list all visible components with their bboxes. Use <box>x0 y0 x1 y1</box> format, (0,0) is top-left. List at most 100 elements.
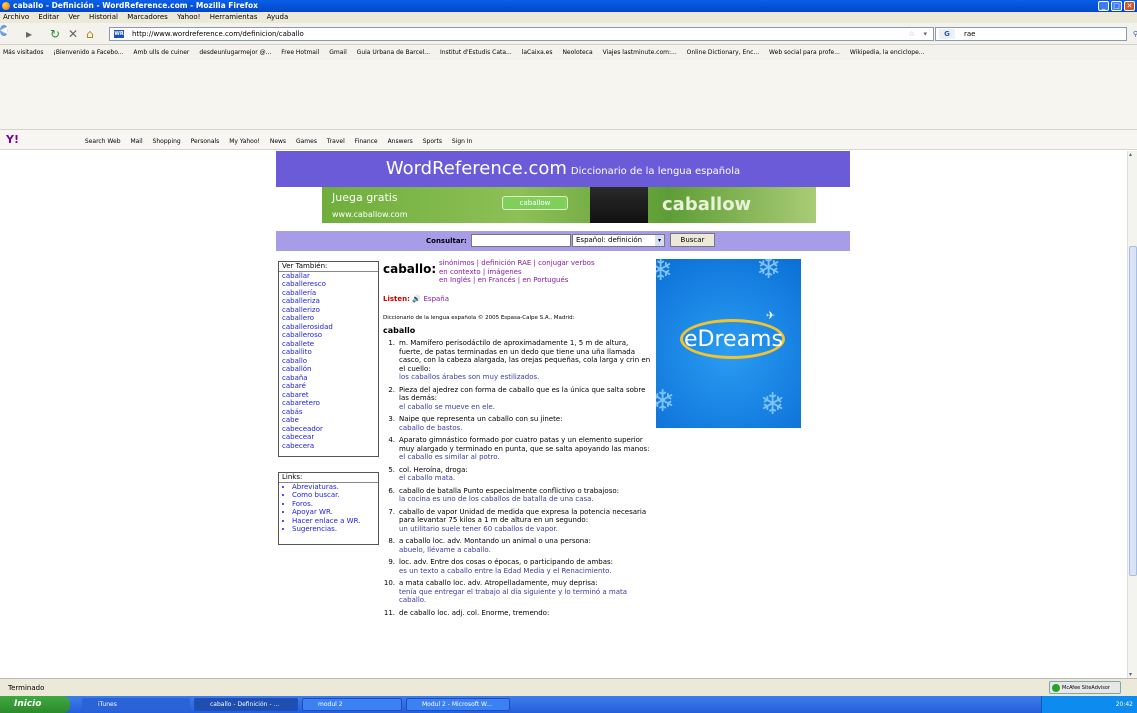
links-item[interactable]: Apoyar WR. <box>282 508 378 517</box>
links-item[interactable]: Abreviaturas. <box>282 483 378 492</box>
see-also-link[interactable]: cabaret <box>279 391 378 400</box>
see-also-link[interactable]: caballeresco <box>279 280 378 289</box>
scroll-down-icon[interactable]: ▾ <box>1129 671 1132 678</box>
ad-button[interactable]: caballow <box>502 196 568 210</box>
bookmark-item[interactable]: laCaixa.es <box>522 49 553 56</box>
consult-input[interactable] <box>471 234 571 247</box>
edreams-ad[interactable]: ❄ ❄ ❄ ❄ ✈ eDreams <box>656 259 801 428</box>
bookmark-item[interactable]: Más visitados <box>3 49 44 56</box>
see-also-link[interactable]: caballón <box>279 365 378 374</box>
url-dropdown-icon[interactable]: ▾ <box>923 28 927 40</box>
games-button[interactable]: Games <box>296 138 317 145</box>
taskbar-item-itunes[interactable]: iTunes <box>82 698 190 711</box>
search-input[interactable]: rae <box>964 30 975 38</box>
see-also-link[interactable]: caballo <box>279 357 378 366</box>
taskbar-item-folder[interactable]: modul 2 <box>302 698 402 711</box>
see-also-link[interactable]: cabás <box>279 408 378 417</box>
search-web-button[interactable]: Search Web <box>85 138 121 145</box>
taskbar-item-firefox[interactable]: caballo - Definición - ... <box>194 698 298 711</box>
see-also-link[interactable]: caballito <box>279 348 378 357</box>
home-icon[interactable]: ⌂ <box>86 27 94 41</box>
url-bar[interactable]: WR http://www.wordreference.com/definici… <box>109 27 934 41</box>
bookmark-item[interactable]: Web social para profe... <box>769 49 840 56</box>
travel-button[interactable]: Travel <box>327 138 345 145</box>
mail-button[interactable]: Mail <box>130 138 142 145</box>
bookmark-item[interactable]: desdeunlugarmejor @... <box>199 49 271 56</box>
see-also-link[interactable]: caballerosidad <box>279 323 378 332</box>
search-engine-icon[interactable]: G <box>939 29 955 39</box>
menu-ayuda[interactable]: Ayuda <box>267 13 289 21</box>
forward-icon[interactable]: ▸ <box>26 27 32 41</box>
related-links-line[interactable]: en Inglés | en Francés | en Portugués <box>439 276 595 285</box>
start-button[interactable]: Inicio <box>0 696 70 713</box>
my-yahoo-button[interactable]: My Yahoo! <box>229 138 260 145</box>
see-also-link[interactable]: cabaré <box>279 382 378 391</box>
see-also-link[interactable]: caballar <box>279 272 378 281</box>
search-icon[interactable]: ⚲ <box>1133 28 1137 40</box>
listen-region[interactable]: España <box>424 295 450 303</box>
menu-yahoo[interactable]: Yahoo! <box>177 13 200 21</box>
links-item[interactable]: Foros. <box>282 500 378 509</box>
minimize-button[interactable]: _ <box>1098 1 1109 11</box>
bookmark-item[interactable]: ¡Bienvenido a Facebo... <box>53 49 123 56</box>
menu-historial[interactable]: Historial <box>89 13 118 21</box>
bookmark-item[interactable]: Viajes lastminute.com:... <box>603 49 677 56</box>
menu-marcadores[interactable]: Marcadores <box>127 13 168 21</box>
speaker-icon[interactable]: 🔊 <box>412 295 421 303</box>
see-also-link[interactable]: caballero <box>279 314 378 323</box>
bookmark-item[interactable]: Guia Urbana de Barcel... <box>357 49 430 56</box>
bookmark-item[interactable]: Institut d'Estudis Cata... <box>440 49 512 56</box>
menu-editar[interactable]: Editar <box>38 13 59 21</box>
search-bar[interactable]: G rae ⚲ <box>935 27 1137 41</box>
links-item[interactable]: Hacer enlace a WR. <box>282 517 378 526</box>
sports-button[interactable]: Sports <box>423 138 442 145</box>
buscar-button[interactable]: Buscar <box>670 233 715 247</box>
sign-in-button[interactable]: Sign In <box>452 138 473 145</box>
related-links-line[interactable]: en contexto | imágenes <box>439 268 595 277</box>
see-also-link[interactable]: caballerizo <box>279 306 378 315</box>
dictionary-select[interactable]: Español: definición ▾ <box>572 234 665 247</box>
bookmark-item[interactable]: Online Dictionary, Enc... <box>687 49 759 56</box>
see-also-link[interactable]: cabaretero <box>279 399 378 408</box>
stop-icon[interactable]: ✕ <box>68 27 78 41</box>
menu-archivo[interactable]: Archivo <box>3 13 29 21</box>
ad-image[interactable]: Juega gratis www.caballow.com caballow c… <box>322 187 816 223</box>
links-item[interactable]: Como buscar. <box>282 491 378 500</box>
see-also-link[interactable]: caballete <box>279 340 378 349</box>
scrollbar-thumb[interactable] <box>1129 246 1137 576</box>
see-also-link[interactable]: cabecera <box>279 442 378 451</box>
bookmark-item[interactable]: Neoloteca <box>562 49 592 56</box>
see-also-link[interactable]: cabecear <box>279 433 378 442</box>
taskbar-item-word[interactable]: Modul 2 - Microsoft W... <box>406 698 510 711</box>
news-button[interactable]: News <box>270 138 286 145</box>
bookmark-item[interactable]: Wikipedia, la enciclope... <box>850 49 925 56</box>
menu-ver[interactable]: Ver <box>68 13 79 21</box>
see-also-link[interactable]: caballeriza <box>279 297 378 306</box>
menu-herramientas[interactable]: Herramientas <box>210 13 258 21</box>
see-also-link[interactable]: caballeroso <box>279 331 378 340</box>
bookmark-star-icon[interactable]: ☆ <box>909 28 915 40</box>
back-icon[interactable]: ◀ <box>0 25 8 36</box>
shopping-button[interactable]: Shopping <box>153 138 181 145</box>
clock[interactable]: 20:42 <box>1116 701 1133 708</box>
bookmark-item[interactable]: Amb ulls de cuiner <box>133 49 189 56</box>
scroll-up-icon[interactable]: ▴ <box>1129 151 1132 158</box>
see-also-link[interactable]: cabaña <box>279 374 378 383</box>
vertical-scrollbar[interactable]: ▴ ▾ <box>1127 151 1137 678</box>
bookmark-item[interactable]: Gmail <box>329 49 347 56</box>
reload-icon[interactable]: ↻ <box>50 27 60 41</box>
personals-button[interactable]: Personals <box>191 138 220 145</box>
finance-button[interactable]: Finance <box>355 138 378 145</box>
related-links-line[interactable]: sinónimos | definición RAE | conjugar ve… <box>439 259 595 268</box>
chevron-down-icon[interactable]: ▾ <box>655 235 664 246</box>
maximize-button[interactable]: □ <box>1111 1 1122 11</box>
close-button[interactable]: ✕ <box>1124 1 1135 11</box>
yahoo-logo[interactable]: Y! <box>6 133 19 146</box>
see-also-link[interactable]: cabeceador <box>279 425 378 434</box>
see-also-link[interactable]: cabe <box>279 416 378 425</box>
answers-button[interactable]: Answers <box>388 138 413 145</box>
mcafee-button[interactable]: McAfee SiteAdvisor <box>1049 681 1121 694</box>
bookmark-item[interactable]: Free Hotmail <box>281 49 319 56</box>
site-logo[interactable]: WordReference.com <box>386 158 567 179</box>
see-also-link[interactable]: caballería <box>279 289 378 298</box>
